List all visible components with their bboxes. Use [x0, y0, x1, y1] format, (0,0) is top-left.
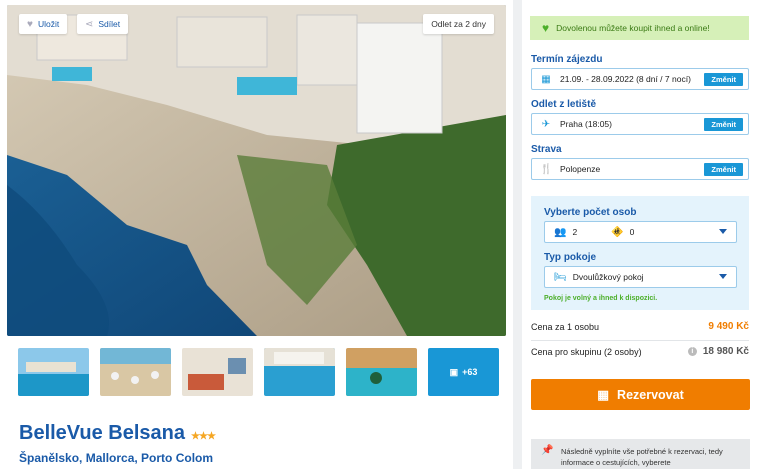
change-term-button[interactable]: Změnit — [704, 73, 743, 86]
availability-text: Pokoj je volný a ihned k dispozici. — [544, 295, 658, 302]
hero-image — [7, 5, 506, 336]
price-group: 18 980 Kč — [702, 346, 749, 357]
page: ♥ Uložit ⋖ Sdílet Odlet za 2 dny ▣ +63 B… — [0, 0, 768, 469]
hotel-name: BelleVue Belsana — [19, 422, 186, 444]
booking-panel: ♥ Dovolenou můžete koupit ihned a online… — [522, 0, 768, 469]
price-group-label: Cena pro skupinu (2 osoby) — [531, 346, 642, 357]
persons-label: Vyberte počet osob — [544, 207, 637, 218]
term-field[interactable]: ▦ 21.09. - 28.09.2022 (8 dní / 7 nocí) Z… — [531, 68, 749, 90]
bed-icon: 🛏 — [554, 271, 567, 283]
reserve-button[interactable]: ▦ Rezervovat — [531, 379, 750, 410]
meal-icon: 🍴 — [540, 163, 553, 175]
share-label: Sdílet — [98, 19, 121, 29]
departure-label: Odlet z letiště — [531, 99, 597, 110]
share-button[interactable]: ⋖ Sdílet — [77, 14, 129, 34]
gallery-thumb[interactable] — [182, 348, 253, 396]
price-group-wrap: i 18 980 Kč — [687, 346, 749, 357]
gallery-thumbnails: ▣ +63 — [18, 348, 499, 396]
share-icon: ⋖ — [85, 18, 94, 30]
next-steps-note: 📌 Následně vyplníte vše potřebné k rezer… — [531, 439, 750, 469]
departure-field[interactable]: ✈ Praha (18:05) Změnit — [531, 113, 749, 135]
board-label: Strava — [531, 144, 562, 155]
chevron-down-icon — [719, 274, 727, 279]
adults-icon: 👥 — [554, 226, 567, 238]
child-icon: 🚸 — [611, 226, 624, 238]
price-group-row: Cena pro skupinu (2 osoby) i 18 980 Kč — [531, 346, 749, 357]
thumb-image — [346, 348, 417, 396]
room-type-value: Dvoulůžkový pokoj — [572, 272, 644, 282]
price-per-person-label: Cena za 1 osobu — [531, 321, 600, 332]
persons-select[interactable]: 👥 2 🚸 0 — [544, 221, 737, 243]
persons-room-box: Vyberte počet osob 👥 2 🚸 0 Typ pokoje 🛏 … — [531, 196, 749, 310]
gallery-icon: ▣ — [449, 366, 459, 377]
change-board-button[interactable]: Změnit — [704, 163, 743, 176]
reserve-label: Rezervovat — [617, 387, 684, 402]
gallery-thumb[interactable] — [100, 348, 171, 396]
info-icon[interactable]: i — [687, 347, 697, 356]
pin-icon: 📌 — [541, 445, 554, 456]
gallery-more-button[interactable]: ▣ +63 — [428, 348, 499, 396]
calendar-icon: ▦ — [597, 388, 610, 402]
thumb-image — [18, 348, 89, 396]
gallery-thumb[interactable] — [264, 348, 335, 396]
gallery-thumb[interactable] — [18, 348, 89, 396]
adults-count: 2 — [572, 227, 578, 237]
room-type-label: Typ pokoje — [544, 252, 597, 263]
hotel-detail: ♥ Uložit ⋖ Sdílet Odlet za 2 dny ▣ +63 B… — [0, 0, 513, 469]
heart-icon: ♥ — [27, 18, 33, 30]
note-text: Následně vyplníte vše potřebné k rezerva… — [561, 447, 723, 467]
board-value: Polopenze — [560, 164, 601, 174]
save-label: Uložit — [37, 19, 60, 29]
departure-value: Praha (18:05) — [560, 119, 612, 129]
notice-text: Dovolenou můžete koupit ihned a online! — [556, 23, 710, 33]
chevron-down-icon — [719, 229, 727, 234]
term-label: Termín zájezdu — [531, 54, 603, 65]
room-type-select[interactable]: 🛏 Dvoulůžkový pokoj — [544, 266, 737, 288]
gallery-thumb[interactable] — [346, 348, 417, 396]
hotel-title: BelleVue Belsana ★★★ — [19, 422, 216, 445]
change-departure-button[interactable]: Změnit — [704, 118, 743, 131]
term-value: 21.09. - 28.09.2022 (8 dní / 7 nocí) — [560, 74, 691, 84]
departure-badge-text: Odlet za 2 dny — [431, 19, 486, 29]
hotel-location[interactable]: Španělsko, Mallorca, Porto Colom — [19, 451, 213, 465]
hero-photo[interactable]: ♥ Uložit ⋖ Sdílet Odlet za 2 dny — [7, 5, 506, 336]
plane-icon: ✈ — [541, 118, 551, 130]
heart-icon: ♥ — [542, 21, 550, 35]
children-count: 0 — [629, 227, 635, 237]
board-field[interactable]: 🍴 Polopenze Změnit — [531, 158, 749, 180]
thumb-image — [100, 348, 171, 396]
departure-badge: Odlet za 2 dny — [423, 14, 494, 34]
price-per-person-row: Cena za 1 osobu 9 490 Kč — [531, 321, 749, 332]
thumb-image — [264, 348, 335, 396]
price-per-person: 9 490 Kč — [708, 321, 749, 332]
thumb-image — [182, 348, 253, 396]
calendar-icon: ▦ — [541, 73, 551, 85]
online-purchase-notice: ♥ Dovolenou můžete koupit ihned a online… — [530, 16, 749, 40]
divider — [531, 340, 749, 341]
save-button[interactable]: ♥ Uložit — [19, 14, 68, 34]
hotel-stars: ★★★ — [191, 431, 216, 442]
gallery-more-label: +63 — [462, 367, 478, 377]
